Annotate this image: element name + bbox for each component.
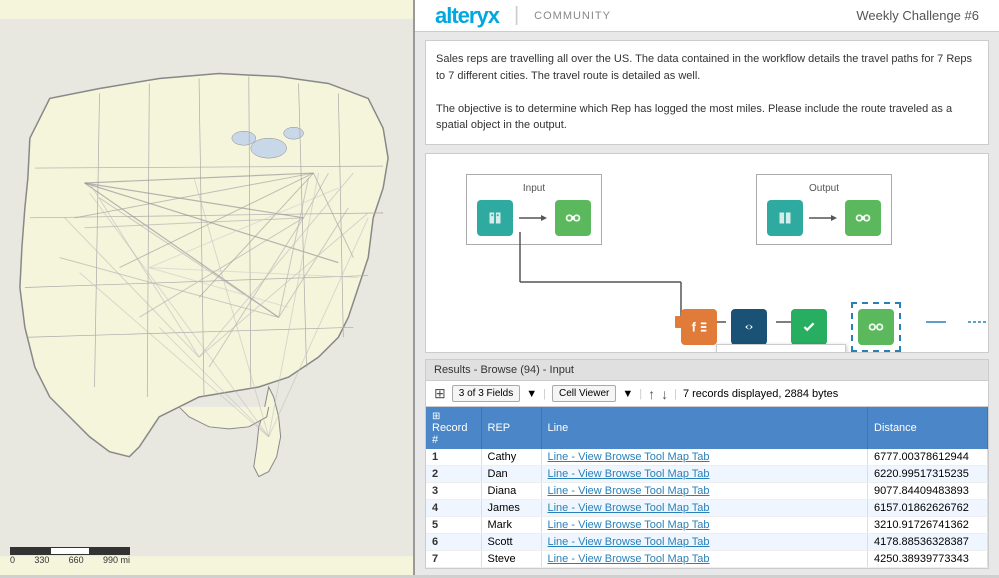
table-row: 6 Scott Line - View Browse Tool Map Tab … <box>426 534 988 551</box>
description-line1: Sales reps are travelling all over the U… <box>436 51 978 84</box>
col-header-line: Line <box>541 407 868 449</box>
cell-rep: Mark <box>481 517 541 534</box>
cell-distance: 6220.99517315235 <box>868 466 988 483</box>
scale-label-660: 660 <box>69 555 84 565</box>
fields-button[interactable]: 3 of 3 Fields <box>452 385 520 402</box>
col-header-record: ⊞ Record # <box>426 407 481 449</box>
results-header: Results - Browse (94) - Input <box>426 360 988 381</box>
table-row: 2 Dan Line - View Browse Tool Map Tab 62… <box>426 466 988 483</box>
cell-line[interactable]: Line - View Browse Tool Map Tab <box>541 483 868 500</box>
right-panel: alteryx | COMMUNITY Weekly Challenge #6 … <box>415 0 999 575</box>
cell-distance: 9077.84409483893 <box>868 483 988 500</box>
cell-line[interactable]: Line - View Browse Tool Map Tab <box>541 517 868 534</box>
input-box-label: Input <box>477 183 591 194</box>
dropdown-arrow2[interactable]: ▼ <box>622 388 633 400</box>
formula-tool[interactable]: f <box>681 309 717 345</box>
scale-label-330: 330 <box>34 555 49 565</box>
cell-distance: 4250.38939773343 <box>868 551 988 568</box>
app-header: alteryx | COMMUNITY Weekly Challenge #6 <box>415 0 999 32</box>
cell-line[interactable]: Line - View Browse Tool Map Tab <box>541 466 868 483</box>
scale-label-990: 990 mi <box>103 555 130 565</box>
cell-record: 7 <box>426 551 481 568</box>
description-area: Sales reps are travelling all over the U… <box>425 40 989 145</box>
cell-rep: Cathy <box>481 449 541 466</box>
table-row: 5 Mark Line - View Browse Tool Map Tab 3… <box>426 517 988 534</box>
cell-line[interactable]: Line - View Browse Tool Map Tab <box>541 449 868 466</box>
cell-viewer-button[interactable]: Cell Viewer <box>552 385 616 402</box>
col-header-distance: Distance <box>868 407 988 449</box>
community-text: COMMUNITY <box>534 10 611 22</box>
check-tool[interactable] <box>781 309 827 345</box>
output-tool-icon[interactable] <box>767 200 803 236</box>
output-browse-icon[interactable] <box>845 200 881 236</box>
scale-bar: 0 330 660 990 mi <box>10 547 130 565</box>
cell-line[interactable]: Line - View Browse Tool Map Tab <box>541 551 868 568</box>
cell-line[interactable]: Line - View Browse Tool Map Tab <box>541 534 868 551</box>
table-row: 3 Diana Line - View Browse Tool Map Tab … <box>426 483 988 500</box>
results-toolbar: ⊞ 3 of 3 Fields ▼ | Cell Viewer ▼ | ↑ ↓ … <box>426 381 988 407</box>
cell-record: 2 <box>426 466 481 483</box>
cell-distance: 6157.01862626762 <box>868 500 988 517</box>
cell-rep: James <box>481 500 541 517</box>
description-line2: The objective is to determine which Rep … <box>436 101 978 134</box>
table-row: 7 Steve Line - View Browse Tool Map Tab … <box>426 551 988 568</box>
cell-record: 4 <box>426 500 481 517</box>
scale-label-0: 0 <box>10 555 15 565</box>
cell-distance: 3210.91726741362 <box>868 517 988 534</box>
summarize-tool[interactable] <box>721 309 767 345</box>
col-header-rep: REP <box>481 407 541 449</box>
cell-rep: Scott <box>481 534 541 551</box>
cell-record: 5 <box>426 517 481 534</box>
toolbar-sep1: | <box>543 388 546 400</box>
grid-icon: ⊞ <box>434 385 446 402</box>
output-box-label: Output <box>767 183 881 194</box>
cell-distance: 4178.88536328387 <box>868 534 988 551</box>
svg-text:f: f <box>692 319 697 334</box>
table-row: 4 James Line - View Browse Tool Map Tab … <box>426 500 988 517</box>
output-box: Output <box>756 174 892 245</box>
results-table: ⊞ Record # REP Line Distance 1 Cathy Lin… <box>426 407 988 568</box>
toolbar-sep3: | <box>674 388 677 400</box>
results-header-text: Results - Browse (94) - Input <box>434 364 574 376</box>
cell-record: 1 <box>426 449 481 466</box>
browse-tool-icon[interactable] <box>555 200 591 236</box>
cell-rep: Diana <box>481 483 541 500</box>
prev-record-button[interactable]: ↑ <box>648 386 655 402</box>
results-panel: Results - Browse (94) - Input ⊞ 3 of 3 F… <box>425 359 989 569</box>
dropdown-arrow[interactable]: ▼ <box>526 388 537 400</box>
cell-record: 3 <box>426 483 481 500</box>
record-count-text: 7 records displayed, 2884 bytes <box>683 388 838 400</box>
cell-line[interactable]: Line - View Browse Tool Map Tab <box>541 500 868 517</box>
formula-tooltip: Line = ST_CreateLine([1], [2],[3],[4],[5… <box>716 344 846 354</box>
cell-distance: 6777.00378612944 <box>868 449 988 466</box>
workflow-canvas: Input <box>425 153 989 354</box>
cell-rep: Dan <box>481 466 541 483</box>
cell-rep: Steve <box>481 551 541 568</box>
alteryx-logo: alteryx <box>435 3 499 29</box>
cell-record: 6 <box>426 534 481 551</box>
input-box: Input <box>466 174 602 245</box>
table-row: 1 Cathy Line - View Browse Tool Map Tab … <box>426 449 988 466</box>
input-tool-icon[interactable] <box>477 200 513 236</box>
next-record-button[interactable]: ↓ <box>661 386 668 402</box>
toolbar-sep2: | <box>639 388 642 400</box>
final-tool[interactable] <box>851 302 901 352</box>
tooltip-line1: Line = <box>725 351 837 354</box>
weekly-challenge-text: Weekly Challenge #6 <box>856 8 979 23</box>
header-divider: | <box>514 4 519 27</box>
map-panel: 0 330 660 990 mi <box>0 0 415 575</box>
